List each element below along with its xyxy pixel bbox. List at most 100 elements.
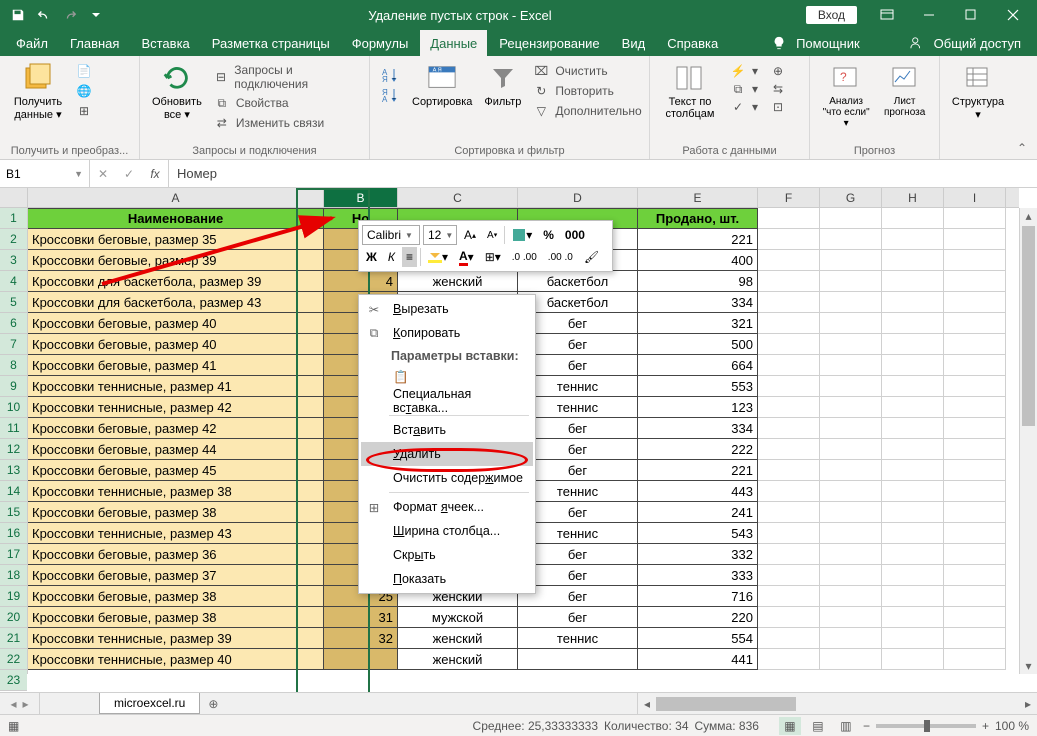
page-break-view-icon[interactable]: ▥ <box>835 717 857 735</box>
row-header[interactable]: 10 <box>0 397 27 418</box>
increase-font-icon[interactable]: A▴ <box>460 225 480 245</box>
row-header[interactable]: 5 <box>0 292 27 313</box>
cell[interactable] <box>758 586 820 607</box>
col-header-G[interactable]: G <box>820 188 882 207</box>
ctx-paste-special[interactable]: Специальная вставка... <box>361 389 533 413</box>
name-box[interactable]: B1▼ <box>0 160 90 187</box>
cancel-formula-icon[interactable]: ✕ <box>90 167 116 181</box>
cell[interactable]: 31 <box>324 607 398 628</box>
cell[interactable] <box>820 481 882 502</box>
cell[interactable] <box>758 607 820 628</box>
what-if-button[interactable]: ? Анализ "что если" ▾ <box>818 60 874 131</box>
cell[interactable] <box>882 607 944 628</box>
cell[interactable] <box>882 313 944 334</box>
header-cell[interactable]: Продано, шт. <box>638 208 758 229</box>
cell[interactable]: теннис <box>518 523 638 544</box>
cell[interactable] <box>820 250 882 271</box>
decrease-decimal-icon[interactable]: .00 .0 <box>544 247 577 267</box>
cell[interactable] <box>882 418 944 439</box>
cell[interactable] <box>758 418 820 439</box>
cell[interactable] <box>758 523 820 544</box>
cell[interactable] <box>882 565 944 586</box>
row-header[interactable]: 12 <box>0 439 27 460</box>
cell[interactable] <box>758 271 820 292</box>
tab-вставка[interactable]: Вставка <box>131 30 199 56</box>
from-web-icon[interactable]: 🌐 <box>72 82 96 100</box>
consolidate-icon[interactable]: ⊕ <box>766 62 790 80</box>
cell[interactable] <box>758 439 820 460</box>
ctx-column-width[interactable]: Ширина столбца... <box>361 519 533 543</box>
fx-icon[interactable]: fx <box>142 167 168 181</box>
cell[interactable]: 664 <box>638 355 758 376</box>
cell[interactable] <box>820 397 882 418</box>
relationships-icon[interactable]: ⇆ <box>766 80 790 98</box>
cell[interactable] <box>820 565 882 586</box>
undo-icon[interactable] <box>32 3 56 27</box>
row-header[interactable]: 13 <box>0 460 27 481</box>
cell[interactable]: бег <box>518 313 638 334</box>
cell[interactable] <box>944 250 1006 271</box>
flash-fill-icon[interactable]: ⚡▾ <box>726 62 762 80</box>
row-header[interactable]: 17 <box>0 544 27 565</box>
cell[interactable]: Кроссовки беговые, размер 44 <box>28 439 324 460</box>
cell[interactable]: 221 <box>638 229 758 250</box>
cell[interactable]: Кроссовки беговые, размер 40 <box>28 313 324 334</box>
col-header-H[interactable]: H <box>882 188 944 207</box>
cell[interactable] <box>944 376 1006 397</box>
sort-button[interactable]: A Я Сортировка <box>408 60 476 110</box>
tab-формулы[interactable]: Формулы <box>342 30 419 56</box>
cell[interactable] <box>944 586 1006 607</box>
add-sheet-icon[interactable]: ⊕ <box>200 693 226 714</box>
cell[interactable] <box>758 628 820 649</box>
properties-button[interactable]: ⧉Свойства <box>210 94 361 112</box>
tab-вид[interactable]: Вид <box>612 30 656 56</box>
cell[interactable] <box>758 292 820 313</box>
outline-button[interactable]: Структура ▾ <box>948 60 1008 123</box>
data-model-icon[interactable]: ⊡ <box>766 98 790 116</box>
col-header-B[interactable]: B <box>324 188 398 207</box>
cell[interactable]: бег <box>518 502 638 523</box>
cell[interactable]: бег <box>518 334 638 355</box>
cell[interactable]: бег <box>518 544 638 565</box>
cell[interactable]: 553 <box>638 376 758 397</box>
cell[interactable]: бег <box>518 565 638 586</box>
cell[interactable] <box>820 607 882 628</box>
cell[interactable]: Кроссовки теннисные, размер 42 <box>28 397 324 418</box>
from-text-icon[interactable]: 📄 <box>72 62 96 80</box>
col-header-C[interactable]: C <box>398 188 518 207</box>
cell[interactable]: Кроссовки беговые, размер 35 <box>28 229 324 250</box>
cell[interactable] <box>820 334 882 355</box>
tab-рецензирование[interactable]: Рецензирование <box>489 30 609 56</box>
cell[interactable] <box>758 250 820 271</box>
cell[interactable] <box>758 355 820 376</box>
cell[interactable] <box>820 502 882 523</box>
cell[interactable]: 241 <box>638 502 758 523</box>
sheet-nav[interactable]: ◂▸ <box>0 693 40 714</box>
row-header[interactable]: 14 <box>0 481 27 502</box>
row-header[interactable]: 15 <box>0 502 27 523</box>
collapse-ribbon-icon[interactable]: ⌃ <box>1013 141 1031 155</box>
cell[interactable] <box>944 313 1006 334</box>
cell[interactable] <box>882 334 944 355</box>
cell[interactable]: Кроссовки теннисные, размер 38 <box>28 481 324 502</box>
cell[interactable] <box>820 292 882 313</box>
header-cell[interactable] <box>882 208 944 229</box>
cell[interactable] <box>944 334 1006 355</box>
row-header[interactable]: 21 <box>0 628 27 649</box>
cell[interactable] <box>758 376 820 397</box>
ctx-cut[interactable]: ✂Вырезать <box>361 297 533 321</box>
zoom-in-icon[interactable]: + <box>982 719 989 733</box>
tab-данные[interactable]: Данные <box>420 30 487 56</box>
col-header-D[interactable]: D <box>518 188 638 207</box>
cell[interactable]: Кроссовки беговые, размер 40 <box>28 334 324 355</box>
cell[interactable]: Кроссовки беговые, размер 42 <box>28 418 324 439</box>
decrease-font-icon[interactable]: A▾ <box>483 225 501 245</box>
format-painter-icon[interactable]: 🖌 <box>580 247 603 267</box>
cell[interactable]: Кроссовки теннисные, размер 39 <box>28 628 324 649</box>
cell[interactable] <box>820 649 882 670</box>
record-macro-icon[interactable]: ▦ <box>8 719 19 733</box>
cell[interactable] <box>758 502 820 523</box>
normal-view-icon[interactable]: ▦ <box>779 717 801 735</box>
header-cell[interactable] <box>944 208 1006 229</box>
font-size-combo[interactable]: 12▼ <box>423 225 457 245</box>
